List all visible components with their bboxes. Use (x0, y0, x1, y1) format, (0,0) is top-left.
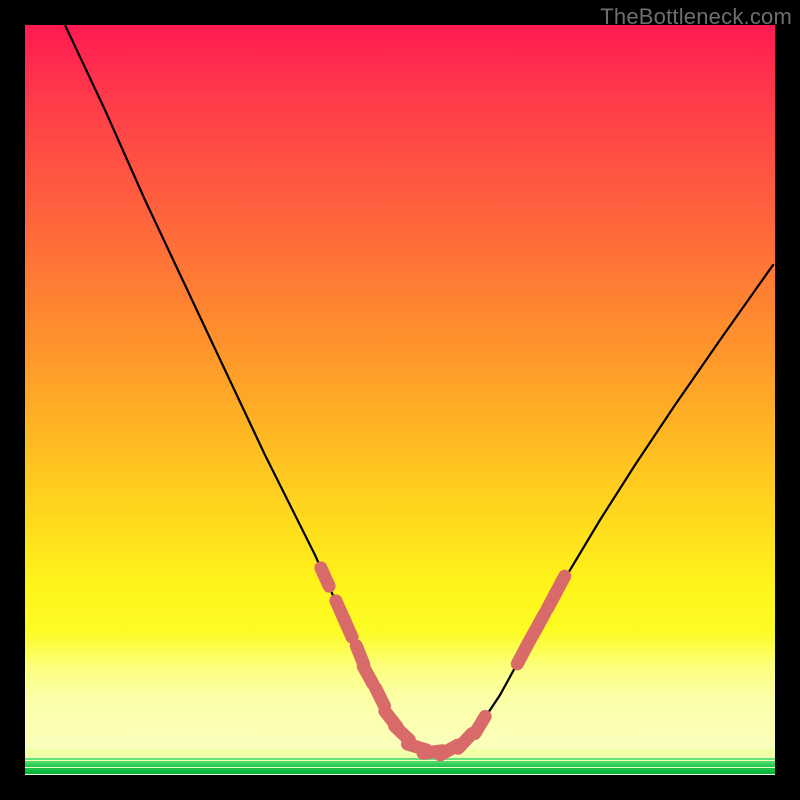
bottleneck-curve (65, 25, 773, 753)
chart-frame: TheBottleneck.com (0, 0, 800, 800)
bead (376, 688, 385, 706)
bead (344, 619, 352, 637)
bead (535, 613, 545, 631)
curve-svg (25, 25, 775, 775)
plot-area (25, 25, 775, 775)
bead (321, 568, 329, 586)
highlight-beads (321, 568, 565, 755)
bead (475, 716, 485, 733)
bead (555, 576, 564, 594)
bead (363, 666, 373, 684)
